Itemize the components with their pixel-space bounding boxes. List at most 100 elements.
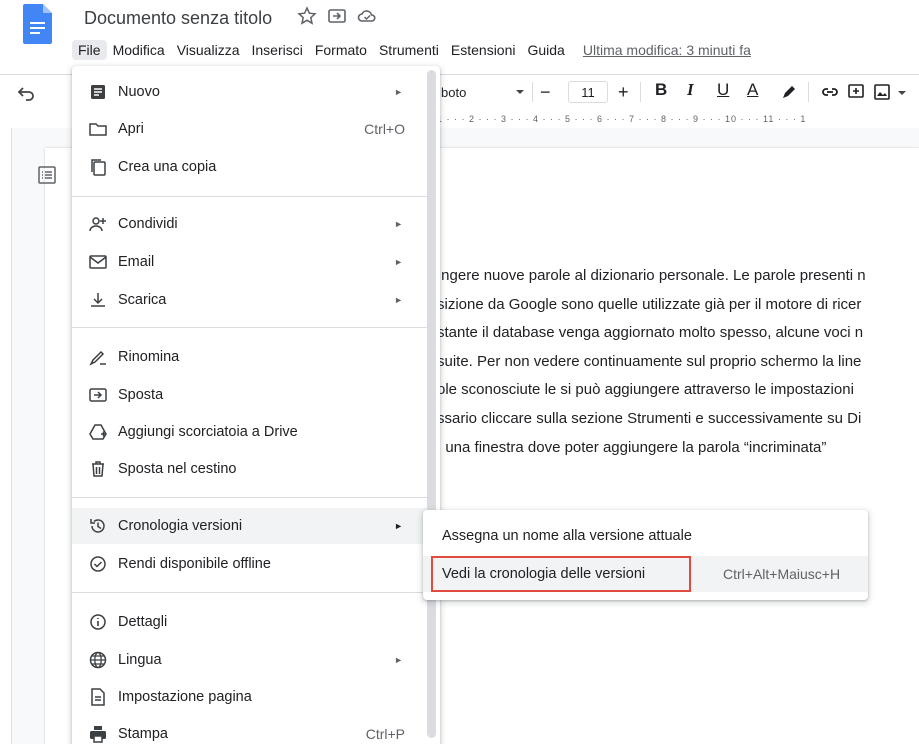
menu-item-cestino[interactable]: Sposta nel cestino [72, 451, 427, 487]
trash-icon [92, 461, 104, 477]
menu-file[interactable]: File [72, 40, 107, 60]
menu-item-label: Nuovo [118, 84, 160, 100]
toolbar-divider [532, 82, 533, 102]
underline-button[interactable]: U [717, 80, 729, 100]
body-line: stante il database venga aggiornato molt… [437, 324, 864, 342]
menu-item-impostazione-pagina[interactable]: Impostazione pagina [72, 679, 427, 715]
menu-item-cronologia-versioni[interactable]: Cronologia versioni ► [72, 508, 427, 544]
menu-item-offline[interactable]: Rendi disponibile offline [72, 546, 427, 582]
link-icon[interactable] [820, 82, 840, 102]
folder-icon [89, 123, 107, 136]
menu-item-label: Impostazione pagina [118, 689, 252, 705]
body-line: ı una finestra dove poter aggiungere la … [437, 438, 827, 456]
menu-item-dettagli[interactable]: Dettagli [72, 604, 427, 640]
menu-item-apri[interactable]: Apri Ctrl+O [72, 111, 427, 147]
body-line: ssario cliccare sulla sezione Strumenti … [437, 409, 862, 427]
menu-item-label: Rinomina [118, 349, 180, 365]
info-icon [90, 614, 106, 630]
italic-button[interactable]: I [687, 80, 694, 100]
menu-item-lingua[interactable]: Lingua ► [72, 642, 427, 678]
menu-item-scarica[interactable]: Scarica ► [72, 282, 427, 318]
body-line: ıngere nuove parole al dizionario person… [437, 267, 866, 284]
document-icon [91, 85, 105, 99]
docs-logo-icon[interactable] [23, 4, 52, 44]
offline-icon [90, 556, 106, 572]
horizontal-ruler[interactable]: 1 · · · 2 · · · 3 · · · 4 · · · 5 · · · … [437, 110, 919, 128]
menu-modifica[interactable]: Modifica [107, 40, 171, 60]
move-folder-icon[interactable] [327, 6, 347, 26]
document-title[interactable]: Documento senza titolo [84, 8, 272, 29]
menu-item-label: Aggiungi scorciatoia a Drive [118, 424, 298, 440]
menu-item-label: Apri [118, 121, 144, 137]
menu-item-condividi[interactable]: Condividi ► [72, 206, 427, 242]
vertical-ruler [0, 128, 12, 744]
submenu-item-name-version[interactable]: Assegna un nome alla versione attuale [423, 518, 868, 554]
submenu-arrow-icon: ► [394, 655, 403, 665]
copy-icon [91, 159, 106, 176]
menu-divider [72, 196, 427, 197]
menu-item-label: Crea una copia [118, 159, 217, 175]
body-line: sizione da Google sono quelle utilizzate… [437, 295, 862, 313]
font-size-input[interactable]: 11 [568, 81, 608, 103]
menu-item-label: Email [118, 254, 155, 270]
undo-icon[interactable] [16, 83, 36, 103]
menu-divider [72, 327, 427, 328]
menu-item-label: Sposta [118, 387, 164, 403]
menu-item-email[interactable]: Email ► [72, 244, 427, 280]
star-icon[interactable] [297, 6, 317, 26]
bold-button[interactable]: B [655, 80, 667, 100]
menu-item-crea-copia[interactable]: Crea una copia [72, 149, 427, 185]
decrease-font-size-button[interactable]: − [540, 76, 551, 108]
menu-item-label: Lingua [118, 652, 162, 668]
globe-icon [89, 651, 107, 669]
menu-item-label: Scarica [118, 292, 167, 308]
submenu-arrow-icon: ► [394, 219, 403, 229]
shortcut-label: Ctrl+Alt+Maiusc+H [723, 566, 841, 582]
download-icon [91, 293, 105, 307]
menu-item-label: Cronologia versioni [118, 518, 243, 534]
drive-shortcut-icon [89, 424, 107, 440]
email-icon [89, 255, 107, 269]
shortcut-label: Ctrl+O [364, 121, 405, 137]
last-edit-link[interactable]: Ultima modifica: 3 minuti fa [577, 40, 757, 60]
submenu-arrow-icon: ► [394, 295, 403, 305]
menu-visualizza[interactable]: Visualizza [171, 40, 246, 60]
menu-item-sposta[interactable]: Sposta [72, 377, 427, 413]
history-icon [90, 519, 105, 533]
menu-item-scorciatoia-drive[interactable]: Aggiungi scorciatoia a Drive [72, 414, 427, 450]
menu-strumenti[interactable]: Strumenti [373, 40, 445, 60]
font-family-select[interactable]: boto [441, 76, 466, 108]
body-line: ole sconosciute le si può aggiungere att… [437, 381, 854, 399]
submenu-arrow-icon: ► [394, 257, 403, 267]
toolbar-divider [640, 82, 641, 102]
menu-formato[interactable]: Formato [309, 40, 373, 60]
document-outline-icon[interactable] [37, 165, 57, 185]
menu-divider [72, 592, 427, 593]
increase-font-size-button[interactable]: + [618, 76, 629, 108]
submenu-arrow-icon: ► [394, 521, 403, 531]
toolbar-divider [808, 82, 809, 102]
chevron-down-icon[interactable] [515, 76, 525, 108]
menu-item-rinomina[interactable]: Rinomina [72, 339, 427, 375]
text-color-button[interactable]: A [747, 80, 758, 100]
menu-item-label: Rendi disponibile offline [118, 556, 271, 572]
body-line: suite. Per non vedere continuamente sul … [437, 352, 862, 370]
insert-image-icon[interactable] [872, 82, 892, 102]
menu-scrollbar[interactable] [427, 70, 436, 738]
menu-item-label: Dettagli [118, 614, 168, 630]
chevron-down-icon[interactable] [895, 82, 909, 102]
menu-item-stampa[interactable]: Stampa Ctrl+P [72, 716, 427, 744]
document-body-text[interactable]: ıngere nuove parole al dizionario person… [437, 262, 919, 462]
highlight-pen-icon[interactable] [779, 82, 799, 102]
add-comment-icon[interactable] [846, 82, 866, 102]
menu-inserisci[interactable]: Inserisci [245, 40, 308, 60]
menu-estensioni[interactable]: Estensioni [445, 40, 522, 60]
menu-bar: File Modifica Visualizza Inserisci Forma… [72, 37, 757, 63]
print-icon [90, 726, 106, 743]
menu-item-nuovo[interactable]: Nuovo ► [72, 74, 427, 110]
submenu-arrow-icon: ► [394, 87, 403, 97]
menu-item-label: Stampa [118, 726, 168, 742]
cloud-status-icon[interactable] [357, 6, 377, 26]
menu-guida[interactable]: Guida [521, 40, 570, 60]
submenu-item-label: Assegna un nome alla versione attuale [442, 528, 692, 544]
